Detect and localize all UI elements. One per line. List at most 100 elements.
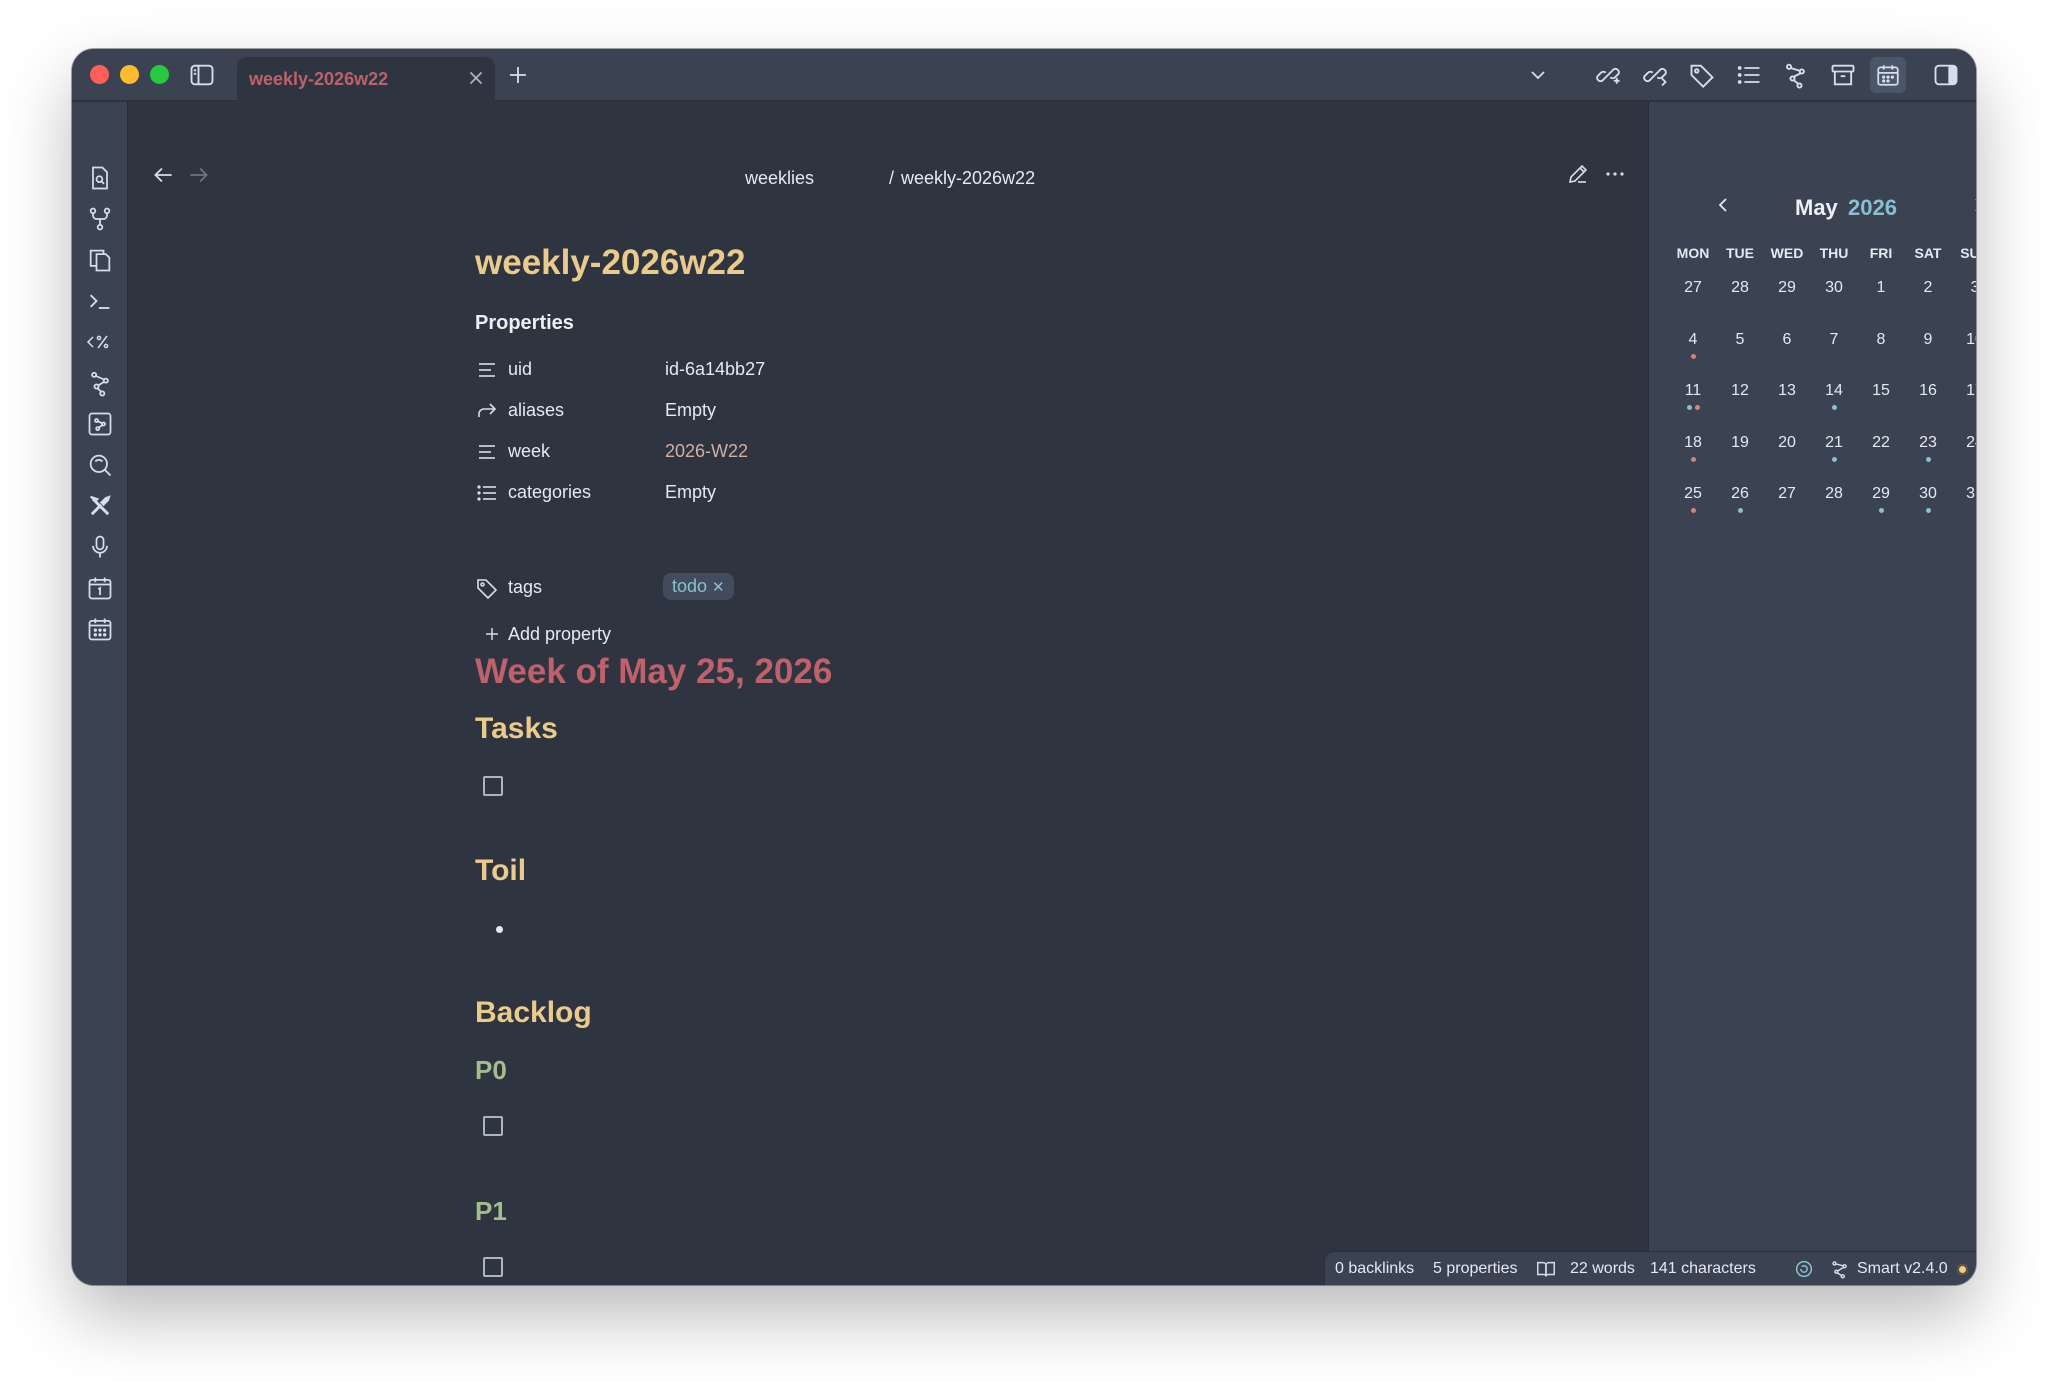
close-window-button[interactable] bbox=[90, 65, 109, 84]
tab-active[interactable]: weekly-2026w22 bbox=[237, 57, 495, 101]
calendar-day[interactable]: 23 bbox=[1903, 434, 1953, 452]
chevron-down-icon[interactable] bbox=[1526, 63, 1550, 87]
canvas-icon[interactable] bbox=[86, 410, 114, 438]
calendar-day[interactable]: 24 bbox=[1950, 434, 1976, 452]
calendar-day[interactable]: 5 bbox=[1715, 331, 1765, 349]
task-checkbox[interactable] bbox=[483, 1116, 503, 1136]
calendar-day[interactable]: 18 bbox=[1668, 434, 1718, 452]
calendar-day[interactable]: 31 bbox=[1950, 485, 1976, 503]
property-row-categories[interactable]: categories Empty bbox=[475, 478, 1075, 508]
backlinks-count[interactable]: 0 backlinks bbox=[1335, 1260, 1414, 1278]
calendar-view-icon[interactable] bbox=[1870, 57, 1906, 93]
property-value[interactable]: Empty bbox=[665, 400, 716, 421]
copy-files-icon[interactable] bbox=[86, 246, 114, 274]
file-search-icon[interactable] bbox=[86, 164, 114, 192]
tags-icon[interactable] bbox=[1688, 61, 1716, 89]
calendar-day[interactable]: 27 bbox=[1762, 485, 1812, 503]
calendar-day[interactable]: 27 bbox=[1668, 279, 1718, 297]
right-sidebar-toggle-icon[interactable] bbox=[1932, 61, 1960, 89]
tag-pill[interactable]: todo ✕ bbox=[663, 573, 734, 600]
calendar-day[interactable]: 28 bbox=[1809, 485, 1859, 503]
calendar-day[interactable]: 3 bbox=[1950, 279, 1976, 297]
calendar-day[interactable]: 12 bbox=[1715, 382, 1765, 400]
calendar-day[interactable]: 21 bbox=[1809, 434, 1859, 452]
calendar-prev-icon[interactable] bbox=[1711, 193, 1735, 217]
p1-heading[interactable]: P1 bbox=[475, 1196, 507, 1227]
calendar-day[interactable]: 26 bbox=[1715, 485, 1765, 503]
minimize-window-button[interactable] bbox=[120, 65, 139, 84]
search-scan-icon[interactable] bbox=[86, 451, 114, 479]
back-arrow-icon[interactable] bbox=[150, 162, 176, 188]
property-value[interactable]: 2026-W22 bbox=[665, 441, 748, 462]
calendar-day[interactable]: 11 bbox=[1668, 382, 1718, 400]
calendar-day[interactable]: 7 bbox=[1809, 331, 1859, 349]
calendar-day[interactable]: 14 bbox=[1809, 382, 1859, 400]
calendar-next-icon[interactable] bbox=[1967, 193, 1976, 217]
toil-heading[interactable]: Toil bbox=[475, 854, 526, 888]
edit-pencil-icon[interactable] bbox=[1566, 162, 1590, 186]
calendar-day[interactable]: 1 bbox=[1856, 279, 1906, 297]
outline-list-icon[interactable] bbox=[1735, 61, 1763, 89]
terminal-icon[interactable] bbox=[86, 287, 114, 315]
property-row-tags[interactable]: tags todo ✕ bbox=[475, 573, 1075, 603]
git-fork-icon[interactable] bbox=[86, 205, 114, 233]
calendar-day[interactable]: 4 bbox=[1668, 331, 1718, 349]
smart-version[interactable]: Smart v2.4.0 bbox=[1857, 1260, 1948, 1278]
daily-note-icon[interactable] bbox=[86, 574, 114, 602]
close-icon[interactable] bbox=[465, 67, 487, 89]
archive-icon[interactable] bbox=[1829, 61, 1857, 89]
property-row-uid[interactable]: uid id-6a14bb27 bbox=[475, 355, 1075, 385]
calendar-day[interactable]: 22 bbox=[1856, 434, 1906, 452]
calendar-day[interactable]: 9 bbox=[1903, 331, 1953, 349]
breadcrumb-folder[interactable]: weeklies bbox=[745, 168, 814, 189]
smart-connections-icon[interactable] bbox=[1829, 1258, 1851, 1280]
right-sidebar: May 2026 MONTUEWEDTHUFRISATSUN2728293012… bbox=[1648, 102, 1976, 1285]
link-out-icon[interactable] bbox=[1641, 61, 1669, 89]
calendar-icon[interactable] bbox=[86, 615, 114, 643]
calendar-day[interactable]: 10 bbox=[1950, 331, 1976, 349]
calendar-day[interactable]: 29 bbox=[1762, 279, 1812, 297]
properties-count[interactable]: 5 properties bbox=[1433, 1260, 1518, 1278]
backlog-heading[interactable]: Backlog bbox=[475, 996, 592, 1030]
more-options-icon[interactable] bbox=[1603, 162, 1627, 186]
tasks-heading[interactable]: Tasks bbox=[475, 712, 558, 746]
new-tab-button[interactable] bbox=[506, 63, 530, 87]
calendar-day[interactable]: 30 bbox=[1903, 485, 1953, 503]
breadcrumb-file[interactable]: weekly-2026w22 bbox=[901, 168, 1035, 189]
templater-icon[interactable] bbox=[86, 328, 114, 356]
sidebar-toggle-icon[interactable] bbox=[188, 61, 216, 89]
calendar-day[interactable]: 15 bbox=[1856, 382, 1906, 400]
calendar-day[interactable]: 17 bbox=[1950, 382, 1976, 400]
calendar-day[interactable]: 29 bbox=[1856, 485, 1906, 503]
property-row-aliases[interactable]: aliases Empty bbox=[475, 396, 1075, 426]
week-heading[interactable]: Week of May 25, 2026 bbox=[475, 652, 832, 692]
graph-view-icon[interactable] bbox=[86, 369, 114, 397]
calendar-day[interactable]: 8 bbox=[1856, 331, 1906, 349]
calendar-day[interactable]: 16 bbox=[1903, 382, 1953, 400]
p0-heading[interactable]: P0 bbox=[475, 1055, 507, 1086]
tools-icon[interactable] bbox=[86, 492, 114, 520]
calendar-day[interactable]: 30 bbox=[1809, 279, 1859, 297]
forward-arrow-icon[interactable] bbox=[186, 162, 212, 188]
property-value[interactable]: Empty bbox=[665, 482, 716, 503]
sync-status-icon[interactable] bbox=[1793, 1258, 1815, 1280]
graph-nodes-icon[interactable] bbox=[1782, 61, 1810, 89]
zoom-window-button[interactable] bbox=[150, 65, 169, 84]
note-title[interactable]: weekly-2026w22 bbox=[475, 243, 745, 283]
calendar-day[interactable]: 25 bbox=[1668, 485, 1718, 503]
property-value[interactable]: id-6a14bb27 bbox=[665, 359, 765, 380]
calendar-day[interactable]: 20 bbox=[1762, 434, 1812, 452]
link-add-icon[interactable] bbox=[1594, 61, 1622, 89]
property-row-week[interactable]: week 2026-W22 bbox=[475, 437, 1075, 467]
task-checkbox[interactable] bbox=[483, 1257, 503, 1277]
calendar-day[interactable]: 2 bbox=[1903, 279, 1953, 297]
calendar-day[interactable]: 13 bbox=[1762, 382, 1812, 400]
calendar-day[interactable]: 19 bbox=[1715, 434, 1765, 452]
book-icon[interactable] bbox=[1535, 1258, 1557, 1280]
remove-tag-icon[interactable]: ✕ bbox=[712, 574, 725, 601]
calendar-day[interactable]: 28 bbox=[1715, 279, 1765, 297]
microphone-icon[interactable] bbox=[86, 533, 114, 561]
calendar-day[interactable]: 6 bbox=[1762, 331, 1812, 349]
properties-heading[interactable]: Properties bbox=[475, 312, 574, 335]
task-checkbox[interactable] bbox=[483, 776, 503, 796]
